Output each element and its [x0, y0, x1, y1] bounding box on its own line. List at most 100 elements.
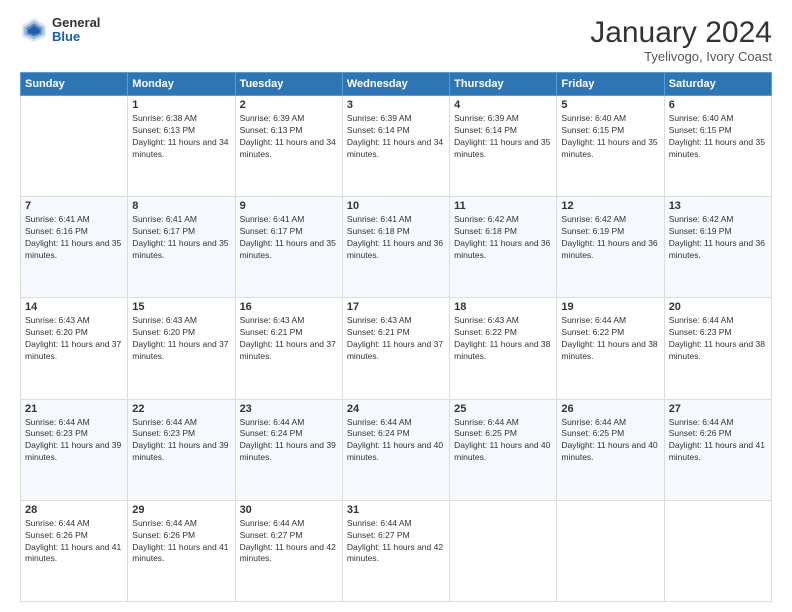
day-info: Sunrise: 6:43 AMSunset: 6:20 PMDaylight:… [132, 315, 230, 363]
day-number: 27 [669, 403, 767, 415]
table-cell [664, 500, 771, 601]
day-number: 2 [240, 99, 338, 111]
table-cell: 22 Sunrise: 6:44 AMSunset: 6:23 PMDaylig… [128, 399, 235, 500]
day-number: 17 [347, 301, 445, 313]
week-row-3: 14 Sunrise: 6:43 AMSunset: 6:20 PMDaylig… [21, 298, 772, 399]
day-info: Sunrise: 6:41 AMSunset: 6:17 PMDaylight:… [132, 214, 230, 262]
table-cell [450, 500, 557, 601]
day-number: 6 [669, 99, 767, 111]
day-number: 5 [561, 99, 659, 111]
table-cell: 14 Sunrise: 6:43 AMSunset: 6:20 PMDaylig… [21, 298, 128, 399]
day-info: Sunrise: 6:44 AMSunset: 6:26 PMDaylight:… [132, 518, 230, 566]
day-number: 18 [454, 301, 552, 313]
table-cell: 13 Sunrise: 6:42 AMSunset: 6:19 PMDaylig… [664, 197, 771, 298]
header-row: Sunday Monday Tuesday Wednesday Thursday… [21, 73, 772, 96]
table-cell: 11 Sunrise: 6:42 AMSunset: 6:18 PMDaylig… [450, 197, 557, 298]
title-section: January 2024 Tyelivogo, Ivory Coast [590, 16, 772, 64]
col-tuesday: Tuesday [235, 73, 342, 96]
table-cell: 27 Sunrise: 6:44 AMSunset: 6:26 PMDaylig… [664, 399, 771, 500]
day-info: Sunrise: 6:44 AMSunset: 6:24 PMDaylight:… [240, 417, 338, 465]
calendar-table: Sunday Monday Tuesday Wednesday Thursday… [20, 72, 772, 602]
day-number: 20 [669, 301, 767, 313]
day-number: 22 [132, 403, 230, 415]
day-number: 4 [454, 99, 552, 111]
table-cell: 23 Sunrise: 6:44 AMSunset: 6:24 PMDaylig… [235, 399, 342, 500]
logo-text: General Blue [52, 16, 100, 45]
table-cell: 15 Sunrise: 6:43 AMSunset: 6:20 PMDaylig… [128, 298, 235, 399]
logo-general-text: General [52, 16, 100, 30]
table-cell: 4 Sunrise: 6:39 AMSunset: 6:14 PMDayligh… [450, 96, 557, 197]
day-number: 9 [240, 200, 338, 212]
table-cell: 30 Sunrise: 6:44 AMSunset: 6:27 PMDaylig… [235, 500, 342, 601]
week-row-1: 1 Sunrise: 6:38 AMSunset: 6:13 PMDayligh… [21, 96, 772, 197]
day-info: Sunrise: 6:44 AMSunset: 6:26 PMDaylight:… [25, 518, 123, 566]
logo: General Blue [20, 16, 100, 45]
day-info: Sunrise: 6:41 AMSunset: 6:17 PMDaylight:… [240, 214, 338, 262]
day-number: 19 [561, 301, 659, 313]
table-cell: 21 Sunrise: 6:44 AMSunset: 6:23 PMDaylig… [21, 399, 128, 500]
day-info: Sunrise: 6:39 AMSunset: 6:14 PMDaylight:… [347, 113, 445, 161]
day-info: Sunrise: 6:44 AMSunset: 6:22 PMDaylight:… [561, 315, 659, 363]
day-number: 26 [561, 403, 659, 415]
table-cell: 7 Sunrise: 6:41 AMSunset: 6:16 PMDayligh… [21, 197, 128, 298]
day-info: Sunrise: 6:44 AMSunset: 6:25 PMDaylight:… [454, 417, 552, 465]
day-info: Sunrise: 6:43 AMSunset: 6:21 PMDaylight:… [240, 315, 338, 363]
day-number: 29 [132, 504, 230, 516]
day-number: 30 [240, 504, 338, 516]
table-cell: 12 Sunrise: 6:42 AMSunset: 6:19 PMDaylig… [557, 197, 664, 298]
table-cell: 9 Sunrise: 6:41 AMSunset: 6:17 PMDayligh… [235, 197, 342, 298]
day-number: 24 [347, 403, 445, 415]
week-row-2: 7 Sunrise: 6:41 AMSunset: 6:16 PMDayligh… [21, 197, 772, 298]
day-number: 12 [561, 200, 659, 212]
day-info: Sunrise: 6:44 AMSunset: 6:25 PMDaylight:… [561, 417, 659, 465]
day-info: Sunrise: 6:38 AMSunset: 6:13 PMDaylight:… [132, 113, 230, 161]
table-cell: 8 Sunrise: 6:41 AMSunset: 6:17 PMDayligh… [128, 197, 235, 298]
day-number: 8 [132, 200, 230, 212]
day-info: Sunrise: 6:43 AMSunset: 6:20 PMDaylight:… [25, 315, 123, 363]
day-info: Sunrise: 6:39 AMSunset: 6:13 PMDaylight:… [240, 113, 338, 161]
table-cell: 17 Sunrise: 6:43 AMSunset: 6:21 PMDaylig… [342, 298, 449, 399]
table-cell: 19 Sunrise: 6:44 AMSunset: 6:22 PMDaylig… [557, 298, 664, 399]
col-thursday: Thursday [450, 73, 557, 96]
day-number: 14 [25, 301, 123, 313]
day-number: 28 [25, 504, 123, 516]
day-number: 1 [132, 99, 230, 111]
day-info: Sunrise: 6:42 AMSunset: 6:18 PMDaylight:… [454, 214, 552, 262]
table-cell: 20 Sunrise: 6:44 AMSunset: 6:23 PMDaylig… [664, 298, 771, 399]
col-monday: Monday [128, 73, 235, 96]
day-info: Sunrise: 6:43 AMSunset: 6:22 PMDaylight:… [454, 315, 552, 363]
col-saturday: Saturday [664, 73, 771, 96]
week-row-5: 28 Sunrise: 6:44 AMSunset: 6:26 PMDaylig… [21, 500, 772, 601]
table-cell: 3 Sunrise: 6:39 AMSunset: 6:14 PMDayligh… [342, 96, 449, 197]
table-cell: 18 Sunrise: 6:43 AMSunset: 6:22 PMDaylig… [450, 298, 557, 399]
table-cell: 29 Sunrise: 6:44 AMSunset: 6:26 PMDaylig… [128, 500, 235, 601]
day-info: Sunrise: 6:44 AMSunset: 6:27 PMDaylight:… [240, 518, 338, 566]
day-info: Sunrise: 6:44 AMSunset: 6:23 PMDaylight:… [132, 417, 230, 465]
table-cell: 31 Sunrise: 6:44 AMSunset: 6:27 PMDaylig… [342, 500, 449, 601]
logo-blue-text: Blue [52, 30, 100, 44]
logo-icon [20, 16, 48, 44]
table-cell [557, 500, 664, 601]
day-number: 11 [454, 200, 552, 212]
table-cell: 25 Sunrise: 6:44 AMSunset: 6:25 PMDaylig… [450, 399, 557, 500]
day-number: 10 [347, 200, 445, 212]
day-info: Sunrise: 6:44 AMSunset: 6:23 PMDaylight:… [669, 315, 767, 363]
day-number: 16 [240, 301, 338, 313]
day-info: Sunrise: 6:40 AMSunset: 6:15 PMDaylight:… [561, 113, 659, 161]
col-sunday: Sunday [21, 73, 128, 96]
table-cell: 10 Sunrise: 6:41 AMSunset: 6:18 PMDaylig… [342, 197, 449, 298]
week-row-4: 21 Sunrise: 6:44 AMSunset: 6:23 PMDaylig… [21, 399, 772, 500]
day-info: Sunrise: 6:44 AMSunset: 6:26 PMDaylight:… [669, 417, 767, 465]
day-info: Sunrise: 6:44 AMSunset: 6:27 PMDaylight:… [347, 518, 445, 566]
day-info: Sunrise: 6:40 AMSunset: 6:15 PMDaylight:… [669, 113, 767, 161]
table-cell: 28 Sunrise: 6:44 AMSunset: 6:26 PMDaylig… [21, 500, 128, 601]
day-info: Sunrise: 6:42 AMSunset: 6:19 PMDaylight:… [561, 214, 659, 262]
page: General Blue January 2024 Tyelivogo, Ivo… [0, 0, 792, 612]
table-cell [21, 96, 128, 197]
table-cell: 6 Sunrise: 6:40 AMSunset: 6:15 PMDayligh… [664, 96, 771, 197]
table-cell: 2 Sunrise: 6:39 AMSunset: 6:13 PMDayligh… [235, 96, 342, 197]
day-info: Sunrise: 6:42 AMSunset: 6:19 PMDaylight:… [669, 214, 767, 262]
day-info: Sunrise: 6:41 AMSunset: 6:18 PMDaylight:… [347, 214, 445, 262]
day-info: Sunrise: 6:43 AMSunset: 6:21 PMDaylight:… [347, 315, 445, 363]
col-friday: Friday [557, 73, 664, 96]
